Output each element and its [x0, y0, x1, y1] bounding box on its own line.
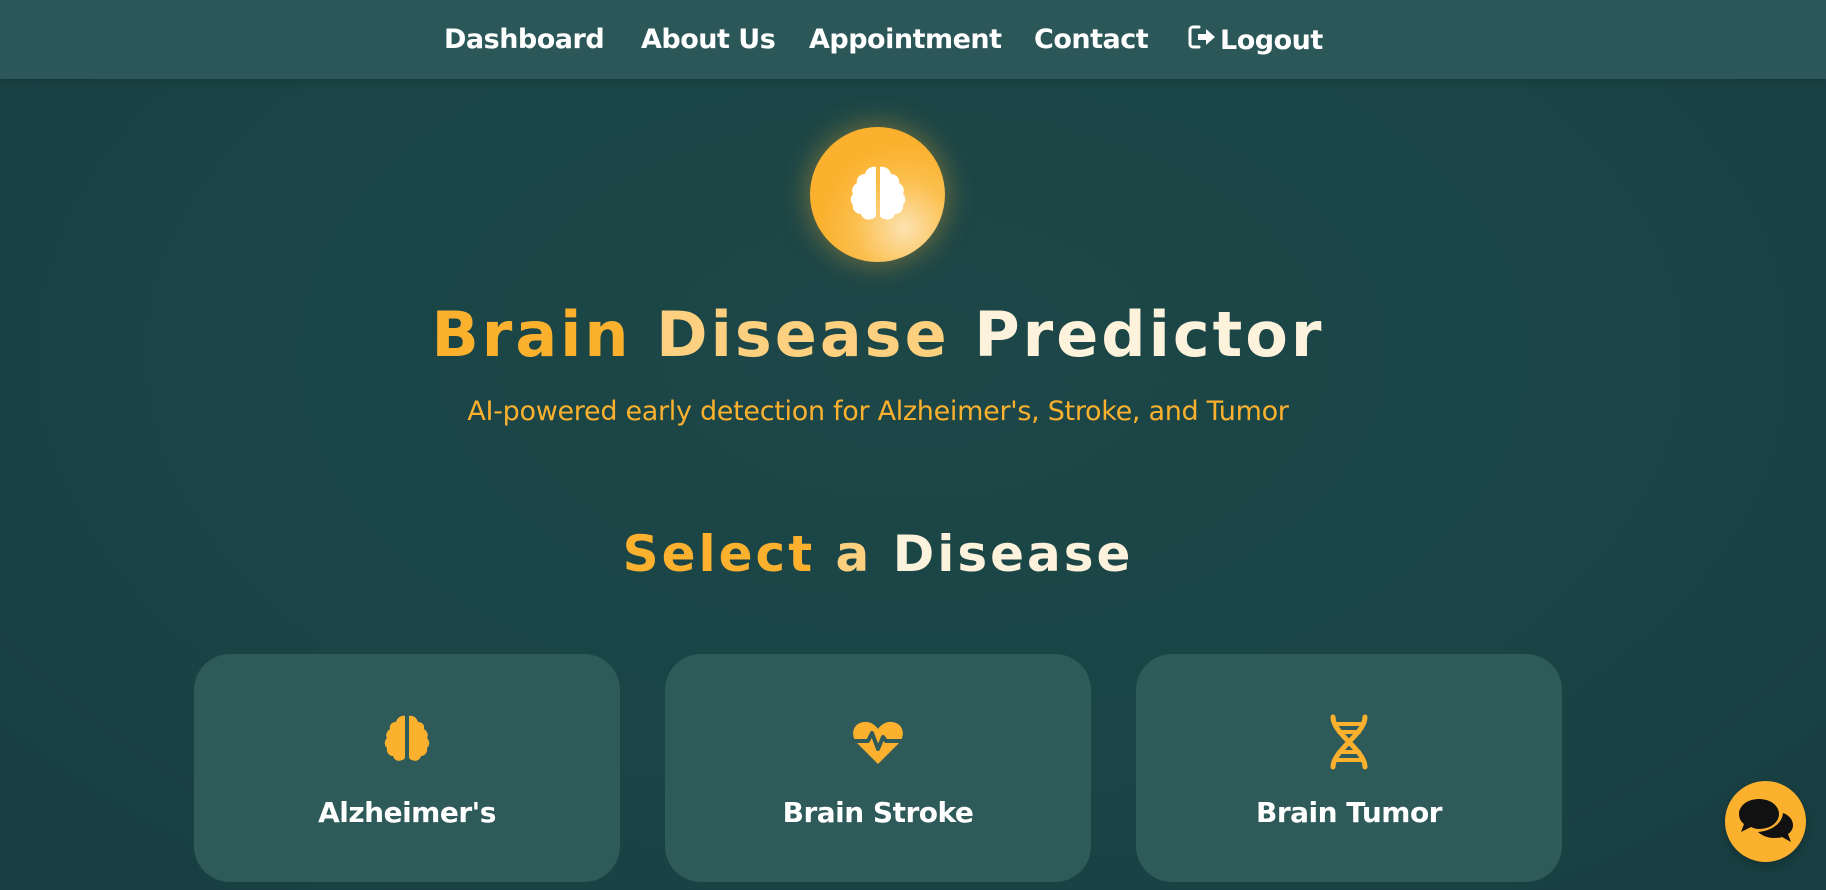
card-label: Alzheimer's: [318, 796, 496, 829]
brain-icon: [844, 159, 912, 231]
brain-logo: [810, 127, 945, 262]
disease-card-alzheimers[interactable]: Alzheimer's: [194, 654, 620, 882]
card-label: Brain Stroke: [782, 796, 974, 829]
page-title: Brain Disease Predictor: [0, 298, 1756, 371]
nav-appointment-link[interactable]: Appointment: [809, 24, 1002, 55]
top-navbar: Dashboard About Us Appointment Contact L…: [0, 0, 1826, 79]
nav-about-us-link[interactable]: About Us: [641, 24, 776, 55]
brain-icon: [379, 714, 435, 770]
card-label: Brain Tumor: [1255, 796, 1443, 829]
section-word-1: Select: [622, 525, 816, 583]
page-subtitle: AI-powered early detection for Alzheimer…: [467, 396, 1289, 427]
nav-contact-link[interactable]: Contact: [1034, 24, 1149, 55]
disease-card-brain-tumor[interactable]: Brain Tumor: [1136, 654, 1562, 882]
disease-card-brain-stroke[interactable]: Brain Stroke: [665, 654, 1091, 882]
title-word-2: Disease: [656, 298, 950, 371]
nav-dashboard-link[interactable]: Dashboard: [444, 24, 605, 55]
logout-label: Logout: [1220, 25, 1323, 56]
chat-button[interactable]: [1725, 781, 1806, 862]
dna-icon: [1321, 714, 1377, 770]
logout-icon: [1188, 24, 1217, 57]
section-word-3: Disease: [892, 525, 1134, 583]
title-word-3: Predictor: [974, 298, 1325, 371]
section-title: Select a Disease: [0, 525, 1756, 583]
heart-pulse-icon: [850, 714, 906, 770]
chat-icon: [1737, 796, 1795, 848]
title-word-1: Brain: [431, 298, 632, 371]
section-word-2: a: [835, 525, 873, 583]
nav-logout-link[interactable]: Logout: [1188, 24, 1323, 57]
